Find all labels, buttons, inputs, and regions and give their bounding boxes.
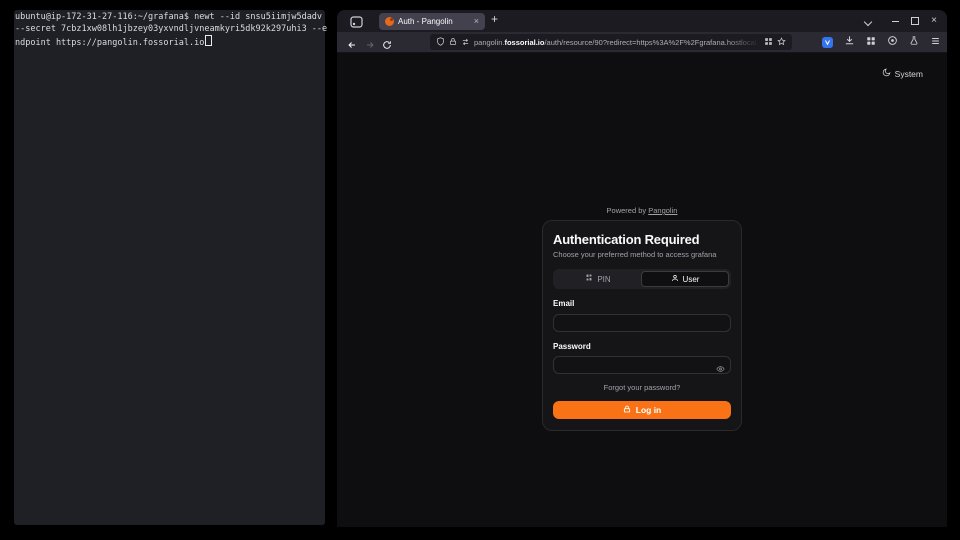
browser-tab-auth-pangolin[interactable]: Auth - Pangolin ×: [379, 13, 485, 30]
url-text: pangolin.fossorial.io/auth/resource/90?r…: [474, 38, 760, 47]
url-host-prefix: pangolin.: [474, 38, 504, 47]
tab-title: Auth - Pangolin: [398, 17, 470, 26]
labs-flask-icon[interactable]: [909, 33, 919, 51]
moon-icon: [882, 68, 891, 79]
theme-toggle[interactable]: System: [882, 68, 923, 79]
terminal-cursor: [205, 35, 212, 46]
hamburger-menu-icon[interactable]: [930, 33, 941, 51]
window-close-icon[interactable]: ×: [931, 16, 937, 26]
password-field[interactable]: [553, 356, 731, 374]
bookmark-star-icon[interactable]: [777, 33, 786, 51]
powered-by: Powered by Pangolin: [337, 206, 947, 215]
list-all-tabs-icon[interactable]: [864, 18, 872, 26]
login-button[interactable]: Log in: [553, 401, 731, 419]
powered-by-text: Powered by: [607, 206, 647, 215]
tab-strip: Auth - Pangolin × + ×: [337, 10, 947, 32]
terminal-window[interactable]: ubuntu@ip-172-31-27-116:~/grafana$ newt …: [14, 10, 325, 525]
minimize-icon[interactable]: [892, 21, 899, 22]
browser-window: Auth - Pangolin × + ×: [337, 10, 947, 527]
terminal-line: ubuntu@ip-172-31-27-116:~/grafana$ newt …: [15, 12, 324, 24]
tab-user-label: User: [683, 275, 700, 284]
maximize-icon[interactable]: [911, 17, 919, 25]
login-button-label: Log in: [636, 405, 662, 415]
card-title: Authentication Required: [553, 232, 731, 247]
url-host-main: fossorial.io: [504, 38, 544, 47]
auth-card: Authentication Required Choose your pref…: [542, 220, 742, 431]
show-password-eye-icon[interactable]: [716, 360, 725, 378]
permissions-swap-icon[interactable]: [461, 33, 470, 51]
tracking-protection-shield-icon[interactable]: [436, 33, 445, 51]
password-manager-extension-icon[interactable]: [822, 37, 833, 48]
email-label: Email: [553, 299, 731, 308]
new-tab-button[interactable]: +: [491, 12, 498, 26]
tab-pin-label: PIN: [597, 275, 610, 284]
connection-lock-icon[interactable]: [449, 33, 457, 51]
terminal-line: ndpoint https://pangolin.fossorial.io: [15, 35, 324, 50]
lock-icon: [623, 405, 631, 415]
tab-user[interactable]: User: [641, 271, 729, 287]
card-subtitle: Choose your preferred method to access g…: [553, 250, 731, 259]
containers-grid-icon[interactable]: [764, 33, 773, 51]
terminal-line-text: ndpoint https://pangolin.fossorial.io: [15, 38, 204, 48]
pangolin-favicon-icon: [385, 17, 394, 26]
user-icon: [671, 274, 679, 284]
keypad-icon: [585, 274, 593, 284]
extensions-icon[interactable]: [866, 33, 876, 51]
toolbar-extensions-area: [822, 32, 941, 52]
window-controls: ×: [892, 10, 937, 32]
password-label: Password: [553, 342, 731, 351]
url-path: /auth/resource/90?redirect=https%3A%2F%2…: [544, 38, 760, 47]
downloads-icon[interactable]: [844, 33, 855, 51]
auth-page: System Powered by Pangolin Authenticatio…: [337, 53, 947, 527]
tab-pin[interactable]: PIN: [555, 271, 641, 287]
url-bar[interactable]: pangolin.fossorial.io/auth/resource/90?r…: [430, 34, 792, 50]
browser-toolbar: pangolin.fossorial.io/auth/resource/90?r…: [337, 32, 947, 53]
tab-close-icon[interactable]: ×: [474, 17, 479, 26]
terminal-line: --secret 7cbz1xw08lh1jbzey03yxvndljvneam…: [15, 24, 324, 36]
theme-label: System: [895, 69, 923, 79]
forgot-password-link[interactable]: Forgot your password?: [553, 383, 731, 392]
auth-method-tabs: PIN User: [553, 269, 731, 289]
desktop: ubuntu@ip-172-31-27-116:~/grafana$ newt …: [0, 0, 960, 540]
ublock-circle-icon[interactable]: [887, 33, 898, 51]
firefox-view-icon[interactable]: [350, 15, 363, 33]
pangolin-link[interactable]: Pangolin: [648, 206, 677, 215]
email-field[interactable]: [553, 314, 731, 332]
